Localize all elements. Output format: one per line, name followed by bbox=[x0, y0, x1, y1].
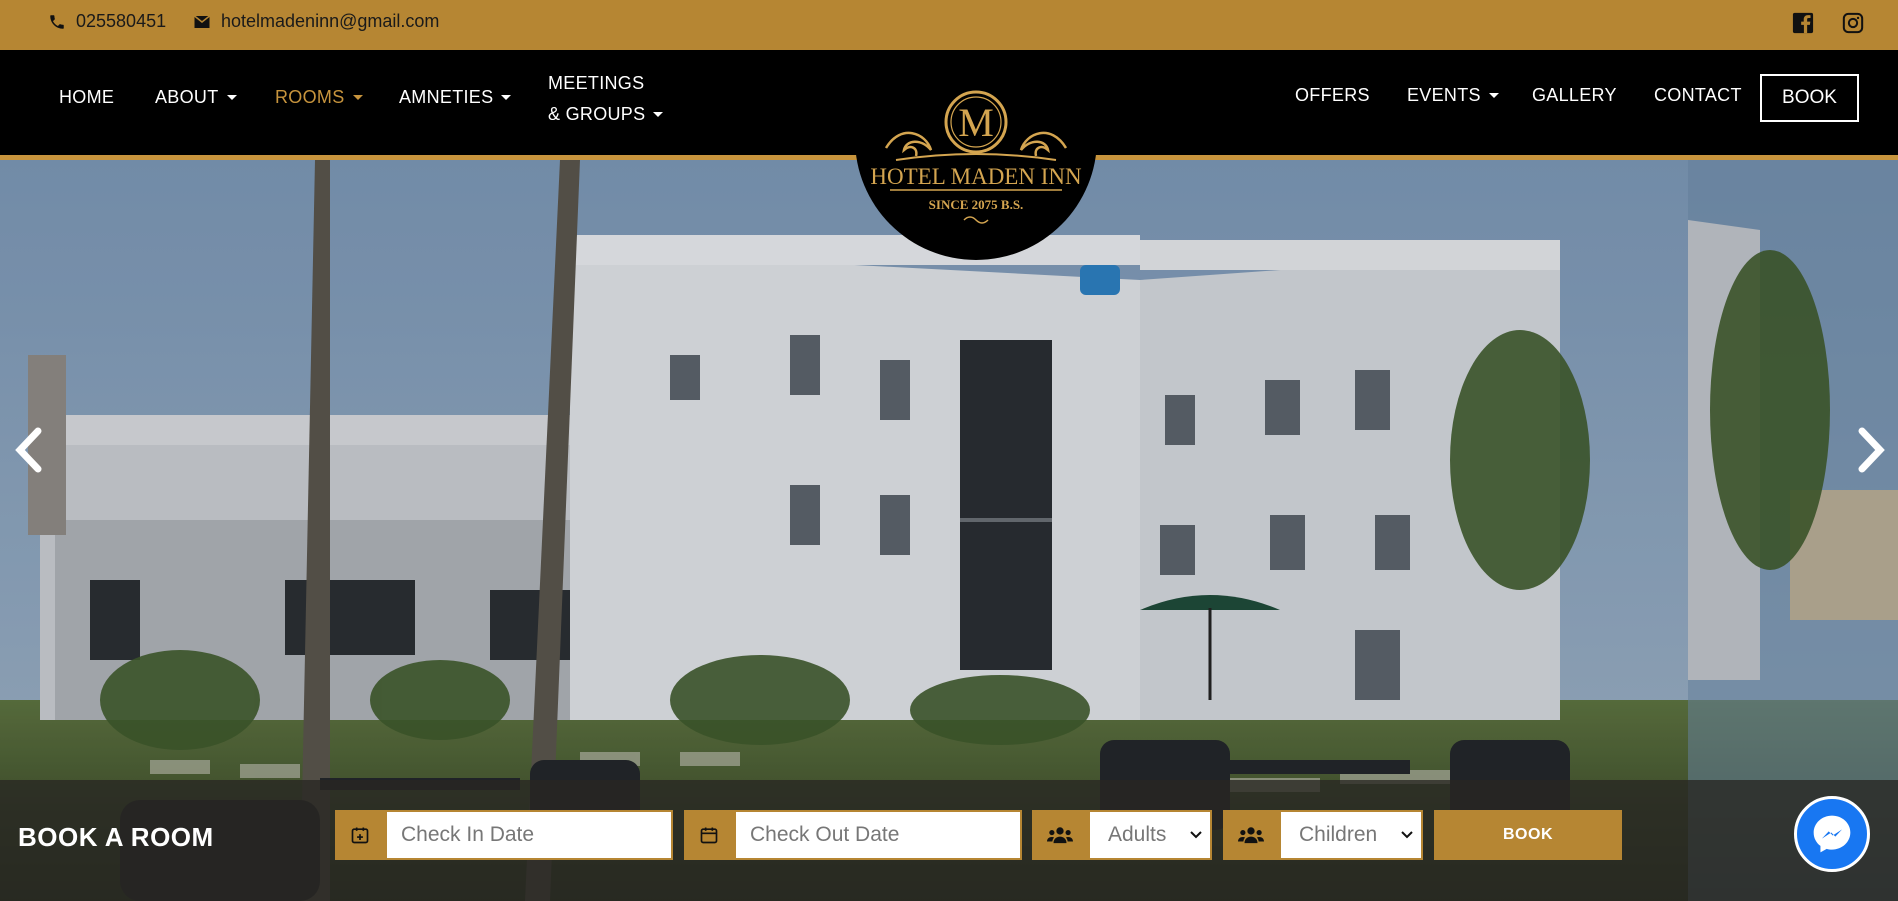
booking-title: BOOK A ROOM bbox=[18, 822, 214, 852]
email-address: hotelmadeninn@gmail.com bbox=[221, 11, 440, 31]
nav-rooms-label: ROOMS bbox=[275, 87, 345, 107]
chevron-down-icon bbox=[1190, 831, 1202, 839]
nav-contact[interactable]: CONTACT bbox=[1654, 85, 1742, 106]
adults-field[interactable]: Adults bbox=[1032, 810, 1212, 860]
caret-down-icon bbox=[1488, 93, 1499, 98]
nav-about[interactable]: ABOUT bbox=[155, 87, 237, 108]
nav-offers-label: OFFERS bbox=[1295, 85, 1370, 105]
instagram-icon[interactable] bbox=[1842, 12, 1866, 36]
nav-events-label: EVENTS bbox=[1407, 85, 1481, 105]
logo-initial: M bbox=[958, 100, 994, 145]
caret-down-icon bbox=[352, 95, 363, 100]
nav-amneties[interactable]: AMNETIES bbox=[399, 87, 512, 108]
logo-hotel-name: HOTEL MADEN INN bbox=[870, 164, 1082, 189]
checkout-field[interactable]: Check Out Date bbox=[684, 810, 1022, 860]
top-contact-bar: 025580451 hotelmadeninn@gmail.com bbox=[0, 0, 1898, 50]
nav-home-label: HOME bbox=[59, 87, 115, 107]
nav-gallery[interactable]: GALLERY bbox=[1532, 85, 1617, 106]
nav-events[interactable]: EVENTS bbox=[1407, 85, 1499, 106]
users-icon bbox=[1032, 810, 1088, 860]
facebook-icon[interactable] bbox=[1792, 12, 1816, 36]
phone-icon bbox=[50, 14, 64, 29]
nav-book-button[interactable]: BOOK bbox=[1760, 74, 1859, 122]
messenger-icon bbox=[1813, 815, 1851, 853]
nav-gallery-label: GALLERY bbox=[1532, 85, 1617, 105]
children-select[interactable]: Children bbox=[1279, 810, 1423, 860]
adults-select[interactable]: Adults bbox=[1088, 810, 1212, 860]
chevron-down-icon bbox=[1401, 831, 1413, 839]
booking-submit-button[interactable]: BOOK bbox=[1434, 810, 1622, 860]
email-contact[interactable]: hotelmadeninn@gmail.com bbox=[193, 11, 439, 32]
nav-rooms[interactable]: ROOMS bbox=[275, 87, 363, 108]
nav-meetings-label-line1: MEETINGS bbox=[548, 73, 645, 93]
nav-contact-label: CONTACT bbox=[1654, 85, 1742, 105]
messenger-chat-button[interactable] bbox=[1794, 796, 1870, 872]
nav-meetings-label-line2: & GROUPS bbox=[548, 104, 646, 124]
slider-next-arrow[interactable] bbox=[1850, 425, 1890, 475]
nav-meetings-groups[interactable]: MEETINGS & GROUPS bbox=[548, 70, 664, 127]
caret-down-icon bbox=[501, 95, 512, 100]
checkin-field[interactable]: Check In Date bbox=[335, 810, 673, 860]
phone-contact[interactable]: 025580451 bbox=[48, 11, 166, 32]
nav-about-label: ABOUT bbox=[155, 87, 219, 107]
slider-prev-arrow[interactable] bbox=[10, 425, 50, 475]
adults-select-value: Adults bbox=[1108, 823, 1167, 846]
caret-down-icon bbox=[653, 111, 664, 117]
calendar-icon bbox=[684, 810, 734, 860]
hotel-logo[interactable]: M HOTEL MADEN INN SINCE 2075 B.S. bbox=[855, 50, 1097, 260]
caret-down-icon bbox=[226, 95, 237, 100]
checkout-input[interactable]: Check Out Date bbox=[734, 810, 1022, 860]
envelope-icon bbox=[194, 14, 210, 28]
phone-number: 025580451 bbox=[76, 11, 167, 31]
nav-amneties-label: AMNETIES bbox=[399, 87, 494, 107]
nav-home[interactable]: HOME bbox=[59, 87, 114, 108]
children-select-value: Children bbox=[1299, 823, 1378, 846]
children-field[interactable]: Children bbox=[1223, 810, 1423, 860]
users-icon bbox=[1223, 810, 1279, 860]
nav-offers[interactable]: OFFERS bbox=[1295, 85, 1370, 106]
logo-since: SINCE 2075 B.S. bbox=[929, 197, 1024, 212]
calendar-plus-icon bbox=[335, 810, 385, 860]
checkin-input[interactable]: Check In Date bbox=[385, 810, 673, 860]
